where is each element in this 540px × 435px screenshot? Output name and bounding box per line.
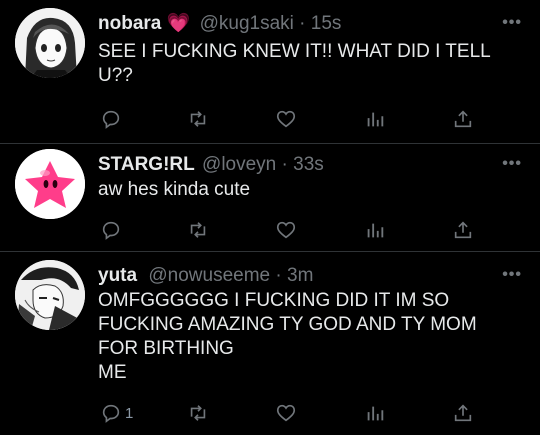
like-icon xyxy=(276,221,296,239)
analytics-icon xyxy=(367,406,384,421)
reply-icon xyxy=(102,110,120,129)
reply-button[interactable] xyxy=(100,107,125,131)
tweet-actions xyxy=(0,218,540,242)
retweet-button[interactable] xyxy=(187,107,209,131)
analytics-button[interactable] xyxy=(364,107,386,131)
reply-button[interactable]: 1 xyxy=(100,401,133,425)
reply-icon xyxy=(102,404,120,423)
timestamp[interactable]: 33s xyxy=(293,154,324,175)
like-button[interactable] xyxy=(275,218,297,242)
like-button[interactable] xyxy=(275,107,297,131)
share-icon xyxy=(454,221,472,239)
tweet-text: aw hes kinda cute xyxy=(98,179,251,200)
more-options-icon[interactable]: ••• xyxy=(502,155,522,173)
more-options-icon[interactable]: ••• xyxy=(502,14,522,32)
tweet-actions: 1 xyxy=(0,401,540,425)
tweet-text: SEE I FUCKING KNEW IT!! WHAT DID I TELL … xyxy=(98,41,491,86)
tweet-actions xyxy=(0,107,540,131)
analytics-button[interactable] xyxy=(364,401,386,425)
share-icon xyxy=(454,404,472,422)
separator: · xyxy=(281,154,288,175)
like-icon xyxy=(276,110,296,128)
tweet-text: OMFGGGGGG I FUCKING DID IT IM SO FUCKING… xyxy=(98,290,477,383)
avatar-yuta[interactable] xyxy=(15,260,85,330)
retweet-icon xyxy=(190,222,206,238)
analytics-icon xyxy=(367,112,384,127)
analytics-button[interactable] xyxy=(364,218,386,242)
display-name[interactable]: nobara xyxy=(98,13,161,34)
reply-button[interactable] xyxy=(100,218,125,242)
tweet-header: STARG!RL @loveyn · 33s xyxy=(98,154,324,176)
handle[interactable]: @loveyn xyxy=(202,154,276,175)
reply-count: 1 xyxy=(125,404,134,422)
avatar-stargirl[interactable] xyxy=(15,149,85,219)
retweet-icon xyxy=(190,405,206,421)
tweet-nobara[interactable]: nobara 💗 @kug1saki · 15s ••• SEE I FUCKI… xyxy=(0,0,540,143)
display-name[interactable]: STARG!RL xyxy=(98,154,195,175)
avatar-nobara[interactable] xyxy=(15,8,85,78)
tweet-stargirl[interactable]: STARG!RL @loveyn · 33s ••• aw hes kinda … xyxy=(0,144,540,251)
tweet-header: yuta @nowuseeme · 3m xyxy=(98,265,313,287)
tweet-yuta[interactable]: yuta @nowuseeme · 3m ••• OMFGGGGGG I FUC… xyxy=(0,252,540,435)
separator: · xyxy=(275,265,282,286)
retweet-button[interactable] xyxy=(187,218,209,242)
more-options-icon[interactable]: ••• xyxy=(502,266,522,284)
timestamp[interactable]: 15s xyxy=(311,13,342,34)
handle[interactable]: @kug1saki xyxy=(200,13,294,34)
share-button[interactable] xyxy=(452,401,474,425)
tweet-header: nobara 💗 @kug1saki · 15s xyxy=(98,13,341,35)
timestamp[interactable]: 3m xyxy=(287,265,313,286)
like-icon xyxy=(276,404,296,422)
heart-emoji: 💗 xyxy=(166,13,191,34)
retweet-button[interactable] xyxy=(187,401,209,425)
like-button[interactable] xyxy=(275,401,297,425)
share-button[interactable] xyxy=(452,107,474,131)
separator: · xyxy=(299,13,306,34)
analytics-icon xyxy=(367,223,384,238)
handle[interactable]: @nowuseeme xyxy=(148,265,270,286)
share-button[interactable] xyxy=(452,218,474,242)
reply-icon xyxy=(102,221,120,240)
retweet-icon xyxy=(190,111,206,127)
share-icon xyxy=(454,110,472,128)
display-name[interactable]: yuta xyxy=(98,265,137,286)
